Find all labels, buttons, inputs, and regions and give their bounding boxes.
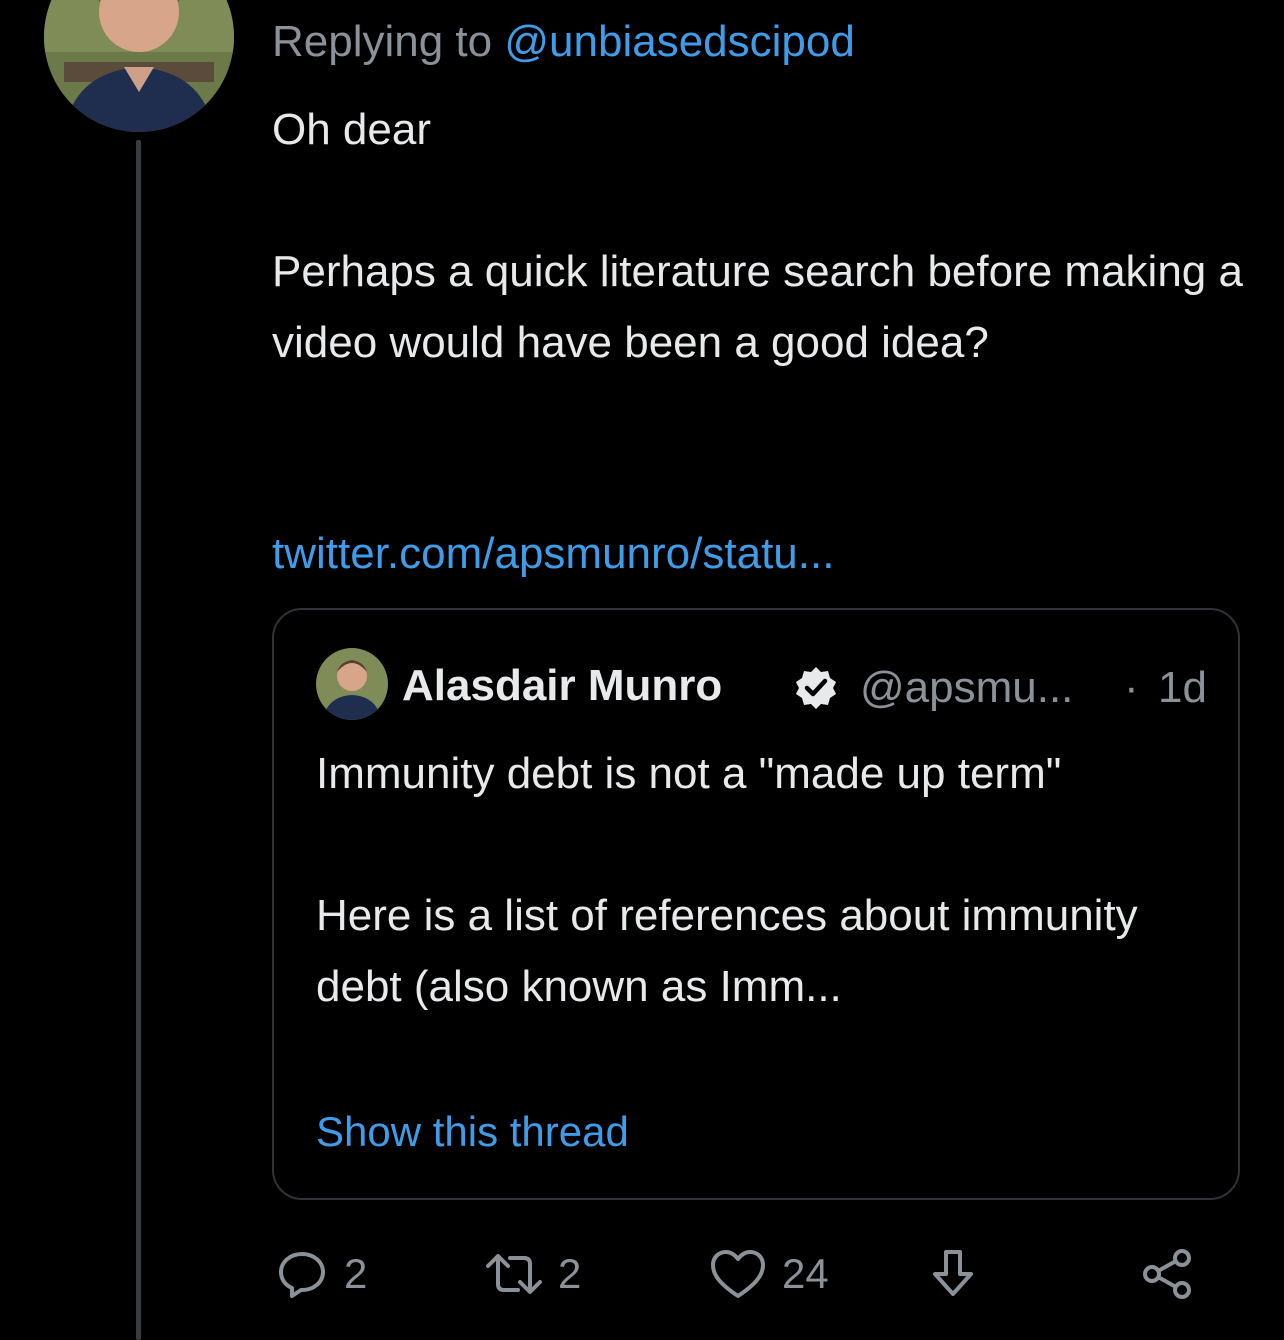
replying-to-handle[interactable]: @unbiasedscipod (504, 17, 854, 66)
quoted-tweet-card[interactable]: Alasdair Munro @apsmu... · 1d Immunity d… (272, 608, 1240, 1200)
quoted-paragraph-2: Here is a list of references about immun… (316, 891, 1138, 1011)
retweet-count: 2 (558, 1250, 582, 1297)
show-thread-link[interactable]: Show this thread (316, 1104, 629, 1160)
reply-count: 2 (344, 1250, 368, 1297)
quoted-author-name[interactable]: Alasdair Munro (402, 658, 722, 714)
tweet-link[interactable]: twitter.com/apsmunro/statu... (272, 524, 834, 584)
author-avatar[interactable] (44, 0, 234, 132)
heart-icon (708, 1246, 768, 1302)
download-icon (926, 1246, 980, 1302)
quoted-paragraph-1: Immunity debt is not a "made up term" (316, 749, 1062, 798)
share-button[interactable] (1140, 1246, 1196, 1302)
quoted-tweet-text: Immunity debt is not a "made up term" He… (316, 738, 1196, 1022)
thread-line (136, 140, 141, 1340)
like-count: 24 (782, 1250, 829, 1297)
like-button[interactable]: 24 (708, 1246, 829, 1302)
reply-button[interactable]: 2 (274, 1246, 367, 1302)
quoted-author-handle[interactable]: @apsmu... (860, 660, 1073, 716)
verified-badge-icon (792, 664, 840, 712)
quoted-author-avatar[interactable] (316, 648, 388, 720)
replying-to-label: Replying to (272, 17, 493, 66)
share-icon (1140, 1246, 1196, 1302)
quoted-tweet-time[interactable]: 1d (1158, 660, 1207, 716)
download-button[interactable] (926, 1246, 980, 1302)
tweet-paragraph-1: Oh dear (272, 105, 431, 154)
reply-icon (274, 1246, 330, 1302)
replying-to: Replying to @unbiasedscipod (272, 14, 855, 70)
tweet-text: Oh dear Perhaps a quick literature searc… (272, 94, 1252, 378)
time-separator: · (1124, 663, 1139, 712)
retweet-button[interactable]: 2 (484, 1246, 581, 1302)
retweet-icon (484, 1246, 544, 1302)
tweet-paragraph-2: Perhaps a quick literature search before… (272, 247, 1243, 367)
